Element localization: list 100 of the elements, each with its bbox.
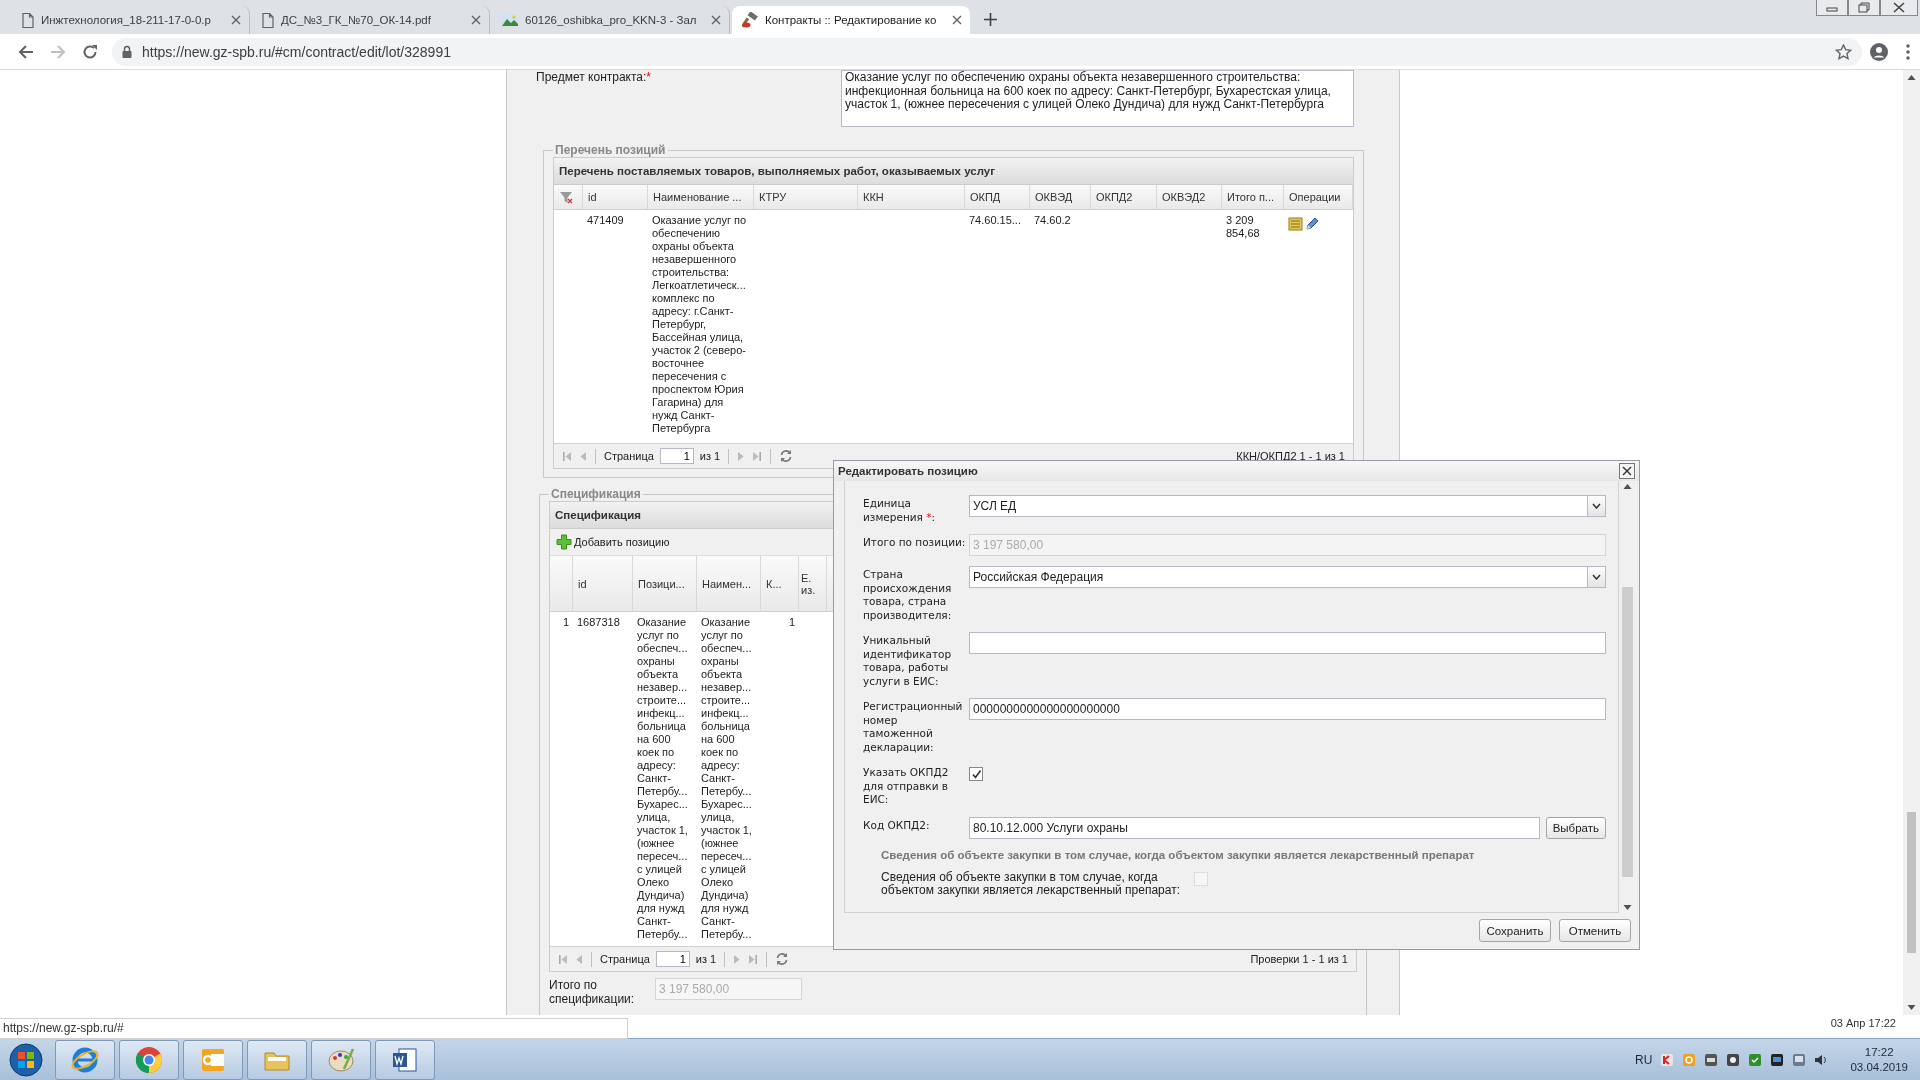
clock-date: 03.04.2019 xyxy=(1850,1059,1908,1075)
table-cell-text: Оказание услуг по обеспеч... охраны объекта незавер... строите... инфекц... больница на 600 коек по адресу: Санкт-Петербу... Бухарес... улица, участок 1, (южнее пересеч... с улицей Олеко Дундича) для нужд Санкт-Петербу... xyxy=(700,615,753,942)
field-label: Итого по спецификации: xyxy=(549,978,636,1006)
table-cell-text: 1687318 xyxy=(576,615,621,630)
network-icon[interactable] xyxy=(1792,1052,1807,1067)
column-header[interactable]: ОКВЭД2 xyxy=(1157,185,1222,209)
scrollbar-thumb[interactable] xyxy=(1907,812,1916,953)
back-icon[interactable] xyxy=(18,43,34,60)
document-icon xyxy=(22,12,34,28)
dropdown[interactable]: Российская Федерация xyxy=(969,566,1606,588)
column-header[interactable]: КТРУ xyxy=(754,185,858,209)
column-header[interactable]: Операции xyxy=(1284,185,1353,209)
browser-icon xyxy=(134,1044,164,1075)
dialog-title: Редактировать позицию xyxy=(838,465,978,477)
text-area[interactable]: Оказание услуг по обеспечению охраны объекта незавершенного строительства: инфекционная больница на 600 коек по адресу: Санкт-Петербург, Бухарестская улица, участок 1, (южнее пересечения с улицей Олеко Дундича) для нужд Санкт-Петербурга xyxy=(841,70,1354,127)
field-label: Предмет контракта:* xyxy=(535,70,653,86)
menu-icon[interactable] xyxy=(1906,43,1910,60)
browser-tab[interactable]: Контракты :: Редактирование ко xyxy=(732,6,970,34)
field-label: Регистрационный номер таможенной декларации: xyxy=(863,699,964,754)
table-cell-text: 1 xyxy=(787,615,796,630)
dropdown[interactable]: УСЛ ЕД xyxy=(969,495,1606,517)
keyboard-icon[interactable] xyxy=(1704,1052,1719,1067)
filter-icon[interactable] xyxy=(559,190,573,204)
taskbar-button[interactable] xyxy=(375,1039,435,1080)
dialog-button[interactable]: Сохранить xyxy=(1479,919,1551,942)
paging-summary: Проверки 1 - 1 из 1 xyxy=(1250,953,1348,965)
plus-icon xyxy=(556,534,572,550)
column-header[interactable]: ОКПД xyxy=(965,185,1030,209)
refresh-icon[interactable] xyxy=(775,952,790,966)
column-header[interactable]: ОКПД2 xyxy=(1091,185,1157,209)
column-header[interactable]: Е. из. xyxy=(799,556,827,611)
page-field[interactable]: 1 xyxy=(655,951,690,967)
language-indicator[interactable]: RU xyxy=(1635,1052,1653,1067)
field-label: Страна происхождения товара, страна производителя: xyxy=(863,567,953,622)
table-cell-text: 74.60.2 xyxy=(1033,213,1072,228)
address-bar[interactable]: https://new.gz-spb.ru/#cm/contract/edit/lot/328991 xyxy=(112,37,1862,66)
field-label: Сведения об объекте закупки в том случае, когда объектом закупки является лекарственный препарат: xyxy=(881,868,1182,898)
page-count: из 1 xyxy=(695,953,717,965)
page-count: из 1 xyxy=(699,450,721,462)
close-icon[interactable] xyxy=(1880,0,1918,16)
table-cell-text: Оказание услуг по обеспечению охраны объекта незавершенного строительства: Легкоатлетическ... комплекс по адресу: г.Санкт-Петербург, Бассейная улица, участок 2 (северо-восточнее пересечения с проспектом Юрия Гагарина) для нужд Санкт-Петербурга xyxy=(651,213,748,436)
input-field[interactable] xyxy=(969,632,1606,654)
add-button[interactable]: Добавить позицию xyxy=(554,534,672,550)
security-icon[interactable] xyxy=(1748,1052,1763,1067)
taskbar-button[interactable] xyxy=(119,1039,179,1080)
page-label: Страница xyxy=(600,953,650,965)
column-header[interactable]: Позици... xyxy=(633,556,697,611)
reload-icon[interactable] xyxy=(82,43,98,60)
checkbox[interactable] xyxy=(969,767,983,781)
field-label: Указать ОКПД2 для отправки в ЕИС: xyxy=(863,765,950,807)
new-tab-icon[interactable] xyxy=(984,13,997,26)
table-cell-text: 74.60.15... xyxy=(968,213,1022,228)
status-url: https://new.gz-spb.ru/# xyxy=(0,1018,628,1039)
grid-title: Перечень поставляемых товаров, выполняемых работ, оказываемых услуг xyxy=(554,158,1353,185)
select-button[interactable]: Выбрать xyxy=(1545,816,1606,839)
column-header[interactable]: К... xyxy=(761,556,799,611)
lock-icon xyxy=(122,45,132,58)
tray-icon[interactable] xyxy=(1682,1052,1697,1067)
close-icon[interactable] xyxy=(952,15,962,25)
star-icon[interactable] xyxy=(1835,43,1852,60)
column-header[interactable]: ККН xyxy=(858,185,965,209)
image-icon xyxy=(502,14,518,26)
antivirus-icon[interactable] xyxy=(1660,1052,1675,1067)
refresh-icon[interactable] xyxy=(779,449,794,463)
account-icon[interactable] xyxy=(1870,42,1888,61)
field-label: Итого по позиции: xyxy=(863,535,967,550)
section-title: Сведения об объекте закупки в том случае, когда объектом закупки является лекарственный препарат xyxy=(881,848,1476,861)
table-cell-text: Оказание услуг по обеспеч... охраны объекта незавер... строите... инфекц... больница на 600 коек по адресу: Санкт-Петербу... Бухарес... улица, участок 1, (южнее пересеч... с улицей Олеко Дундича) для нужд Санкт-Петербу... xyxy=(636,615,689,942)
pencil-icon[interactable] xyxy=(1305,217,1319,231)
table-cell-text: 471409 xyxy=(586,213,625,228)
table-cell-text: 3 209 854,68 xyxy=(1225,213,1261,241)
input-field[interactable]: 0000000000000000000000 xyxy=(969,698,1606,720)
page-label: Страница xyxy=(604,450,654,462)
section-legend: Перечень позиций xyxy=(553,143,668,157)
column-header[interactable]: id xyxy=(583,185,648,209)
paging-summary: ККН/ОКПД2 1 - 1 из 1 xyxy=(1236,450,1345,462)
monitor-icon[interactable] xyxy=(1770,1052,1785,1067)
speaker-icon[interactable] xyxy=(1814,1052,1829,1067)
column-header[interactable]: id xyxy=(573,556,633,611)
taskbar-button[interactable] xyxy=(55,1039,115,1080)
field-label: Код ОКПД2: xyxy=(863,817,931,832)
column-header[interactable]: Наименование ... xyxy=(648,185,754,209)
caret-icon xyxy=(1592,503,1601,509)
table-cell-text: 1 xyxy=(561,615,570,630)
column-header[interactable]: Итого п... xyxy=(1222,185,1284,209)
hammer-icon xyxy=(742,12,758,28)
date-time: 03 Апр 17:22 xyxy=(1830,1016,1897,1029)
caret-icon xyxy=(1592,574,1601,580)
field-label: Уникальный идентификатор товара, работы услуги в ЕИС: xyxy=(863,633,953,688)
start-button[interactable] xyxy=(9,1042,43,1077)
restore-icon[interactable] xyxy=(1848,0,1880,16)
scrollbar-thumb[interactable] xyxy=(1621,587,1633,877)
dialog-button[interactable]: Отменить xyxy=(1559,919,1631,942)
column-header[interactable]: Наимен... xyxy=(697,556,761,611)
section-legend: Спецификация xyxy=(549,487,643,501)
column-header[interactable]: ОКВЭД xyxy=(1030,185,1091,209)
clock-time: 17:22 xyxy=(1864,1044,1894,1060)
minimize-icon[interactable] xyxy=(1816,0,1848,16)
page-field[interactable]: 1 xyxy=(659,448,694,464)
input-field[interactable]: 80.10.12.000 Услуги охраны xyxy=(969,816,1540,839)
